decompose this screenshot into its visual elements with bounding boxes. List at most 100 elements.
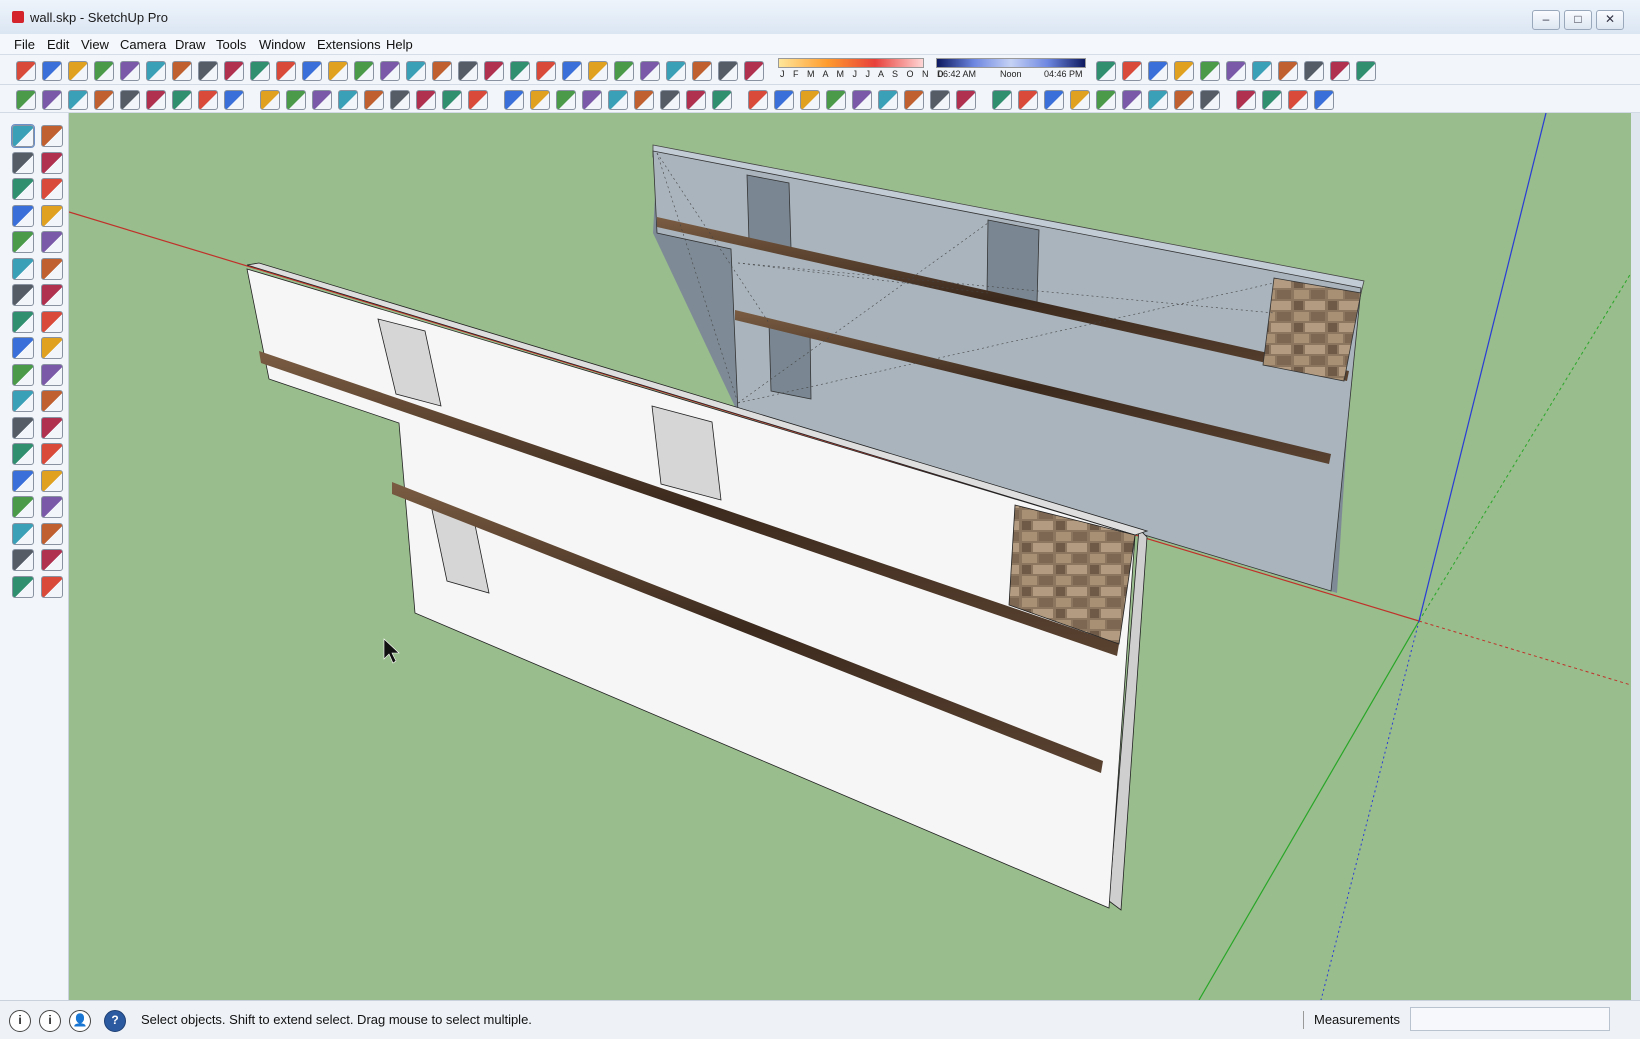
help-icon[interactable] bbox=[712, 90, 732, 110]
iso-view-icon[interactable] bbox=[302, 61, 322, 81]
wrench-icon[interactable] bbox=[364, 90, 384, 110]
circle-icon[interactable] bbox=[172, 90, 192, 110]
outer-shell-icon[interactable] bbox=[1262, 90, 1282, 110]
rotated-rectangle-icon[interactable] bbox=[41, 204, 63, 227]
flip-icon[interactable] bbox=[1148, 90, 1168, 110]
top-view-icon[interactable] bbox=[328, 61, 348, 81]
triangle-icon[interactable] bbox=[1330, 61, 1350, 81]
previous-view-icon[interactable] bbox=[41, 522, 63, 545]
sandbox-drape-icon[interactable] bbox=[800, 90, 820, 110]
terrain-icon[interactable] bbox=[1148, 61, 1168, 81]
style-builder-icon[interactable] bbox=[1200, 61, 1220, 81]
rectangle-icon[interactable] bbox=[146, 90, 166, 110]
solid-tools-icon[interactable] bbox=[1200, 90, 1220, 110]
arc-tool-icon[interactable] bbox=[12, 257, 34, 280]
sign-in-icon[interactable]: 👤 bbox=[69, 1010, 91, 1032]
eraser-icon[interactable] bbox=[41, 151, 63, 174]
minimize-button[interactable]: – bbox=[1532, 10, 1560, 30]
split-icon[interactable] bbox=[468, 90, 488, 110]
component-icon[interactable] bbox=[41, 125, 63, 147]
pie-tool-icon[interactable] bbox=[41, 284, 63, 306]
text-tool-icon[interactable] bbox=[41, 416, 63, 439]
cut-icon[interactable] bbox=[94, 61, 114, 81]
front-view-icon[interactable] bbox=[354, 61, 374, 81]
menu-edit[interactable]: Edit bbox=[47, 37, 69, 52]
backedges-icon[interactable] bbox=[484, 61, 504, 81]
sandbox-from-scratch-icon[interactable] bbox=[930, 90, 950, 110]
rubber-icon[interactable] bbox=[416, 90, 436, 110]
merge-icon[interactable] bbox=[686, 90, 706, 110]
close-button[interactable]: ✕ bbox=[1596, 10, 1624, 30]
sketchup-app-icon[interactable] bbox=[12, 11, 24, 23]
section-plane-tool-icon[interactable] bbox=[41, 575, 63, 598]
shadow-time-slider[interactable]: 06:42 AM Noon 04:46 PM bbox=[936, 58, 1086, 80]
position-camera-icon[interactable] bbox=[12, 575, 34, 598]
copy-icon[interactable] bbox=[120, 61, 140, 81]
zoom-icon[interactable] bbox=[12, 496, 34, 518]
three-point-arc-icon[interactable] bbox=[12, 284, 34, 306]
zoom-window-icon[interactable] bbox=[41, 496, 63, 518]
photo-match-icon[interactable] bbox=[1304, 61, 1324, 81]
circle-tool-icon[interactable] bbox=[12, 231, 34, 253]
print-icon[interactable] bbox=[250, 61, 270, 81]
save-icon[interactable] bbox=[68, 61, 88, 81]
zoom-extents-icon[interactable] bbox=[12, 522, 34, 545]
menu-draw[interactable]: Draw bbox=[175, 37, 205, 52]
section-plane-icon[interactable] bbox=[1096, 61, 1116, 81]
sandbox-add-icon[interactable] bbox=[878, 90, 898, 110]
chamfer-icon[interactable] bbox=[582, 90, 602, 110]
select-icon[interactable] bbox=[11, 124, 35, 148]
dynamic-components-icon[interactable] bbox=[1226, 61, 1246, 81]
redo-icon[interactable] bbox=[224, 61, 244, 81]
push-pull-tool-icon[interactable] bbox=[41, 310, 63, 333]
layout-icon[interactable] bbox=[1174, 61, 1194, 81]
right-view-icon[interactable] bbox=[380, 61, 400, 81]
fillet-icon[interactable] bbox=[556, 90, 576, 110]
menu-view[interactable]: View bbox=[81, 37, 109, 52]
open-icon[interactable] bbox=[42, 61, 62, 81]
extend-icon[interactable] bbox=[530, 90, 550, 110]
look-around-icon[interactable] bbox=[41, 549, 63, 571]
union-icon[interactable] bbox=[1288, 90, 1308, 110]
weld-icon[interactable] bbox=[338, 90, 358, 110]
menu-extensions[interactable]: Extensions bbox=[317, 37, 381, 52]
arc-icon[interactable] bbox=[16, 90, 36, 110]
trim-icon[interactable] bbox=[504, 90, 524, 110]
pie-icon[interactable] bbox=[224, 90, 244, 110]
curve-icon[interactable] bbox=[120, 90, 140, 110]
polygon-tool-icon[interactable] bbox=[41, 231, 63, 253]
undo-icon[interactable] bbox=[198, 61, 218, 81]
geo-icon[interactable] bbox=[1278, 61, 1298, 81]
offset-icon[interactable] bbox=[286, 90, 306, 110]
hiddenline-icon[interactable] bbox=[536, 61, 556, 81]
model-info-icon[interactable] bbox=[276, 61, 296, 81]
walk-icon[interactable] bbox=[12, 549, 34, 571]
scale-tool-icon[interactable] bbox=[12, 363, 34, 386]
protractor-icon[interactable] bbox=[12, 416, 34, 439]
axes-tool-icon[interactable] bbox=[12, 443, 34, 465]
pencil-icon[interactable] bbox=[12, 178, 34, 200]
menu-camera[interactable]: Camera bbox=[120, 37, 166, 52]
film-icon[interactable] bbox=[1252, 61, 1272, 81]
shadow-month-slider[interactable]: J F M A M J J A S O N D bbox=[778, 58, 944, 80]
scene-canvas[interactable] bbox=[69, 113, 1631, 1000]
freehand-curve-icon[interactable] bbox=[41, 178, 63, 200]
move-tool-icon[interactable] bbox=[12, 310, 34, 333]
move-axes-icon[interactable] bbox=[1096, 90, 1116, 110]
sandbox-flip-icon[interactable] bbox=[852, 90, 872, 110]
chord-icon[interactable] bbox=[312, 90, 332, 110]
push-icon[interactable] bbox=[1018, 90, 1038, 110]
wireframe-icon[interactable] bbox=[510, 61, 530, 81]
model-viewport[interactable] bbox=[69, 113, 1631, 1000]
credits-icon[interactable]: i bbox=[39, 1010, 61, 1032]
follow-me-icon[interactable] bbox=[41, 337, 63, 359]
extension-warehouse-icon[interactable] bbox=[744, 61, 764, 81]
target-icon[interactable] bbox=[1314, 90, 1334, 110]
sandbox-smoove-icon[interactable] bbox=[748, 90, 768, 110]
rectangle-tool-icon[interactable] bbox=[12, 204, 34, 227]
shadows-toggle-icon[interactable] bbox=[640, 61, 660, 81]
line-icon[interactable] bbox=[94, 90, 114, 110]
tape-measure-icon[interactable] bbox=[12, 390, 34, 412]
push-pull-all-icon[interactable] bbox=[1044, 90, 1064, 110]
spline-icon[interactable] bbox=[260, 90, 280, 110]
